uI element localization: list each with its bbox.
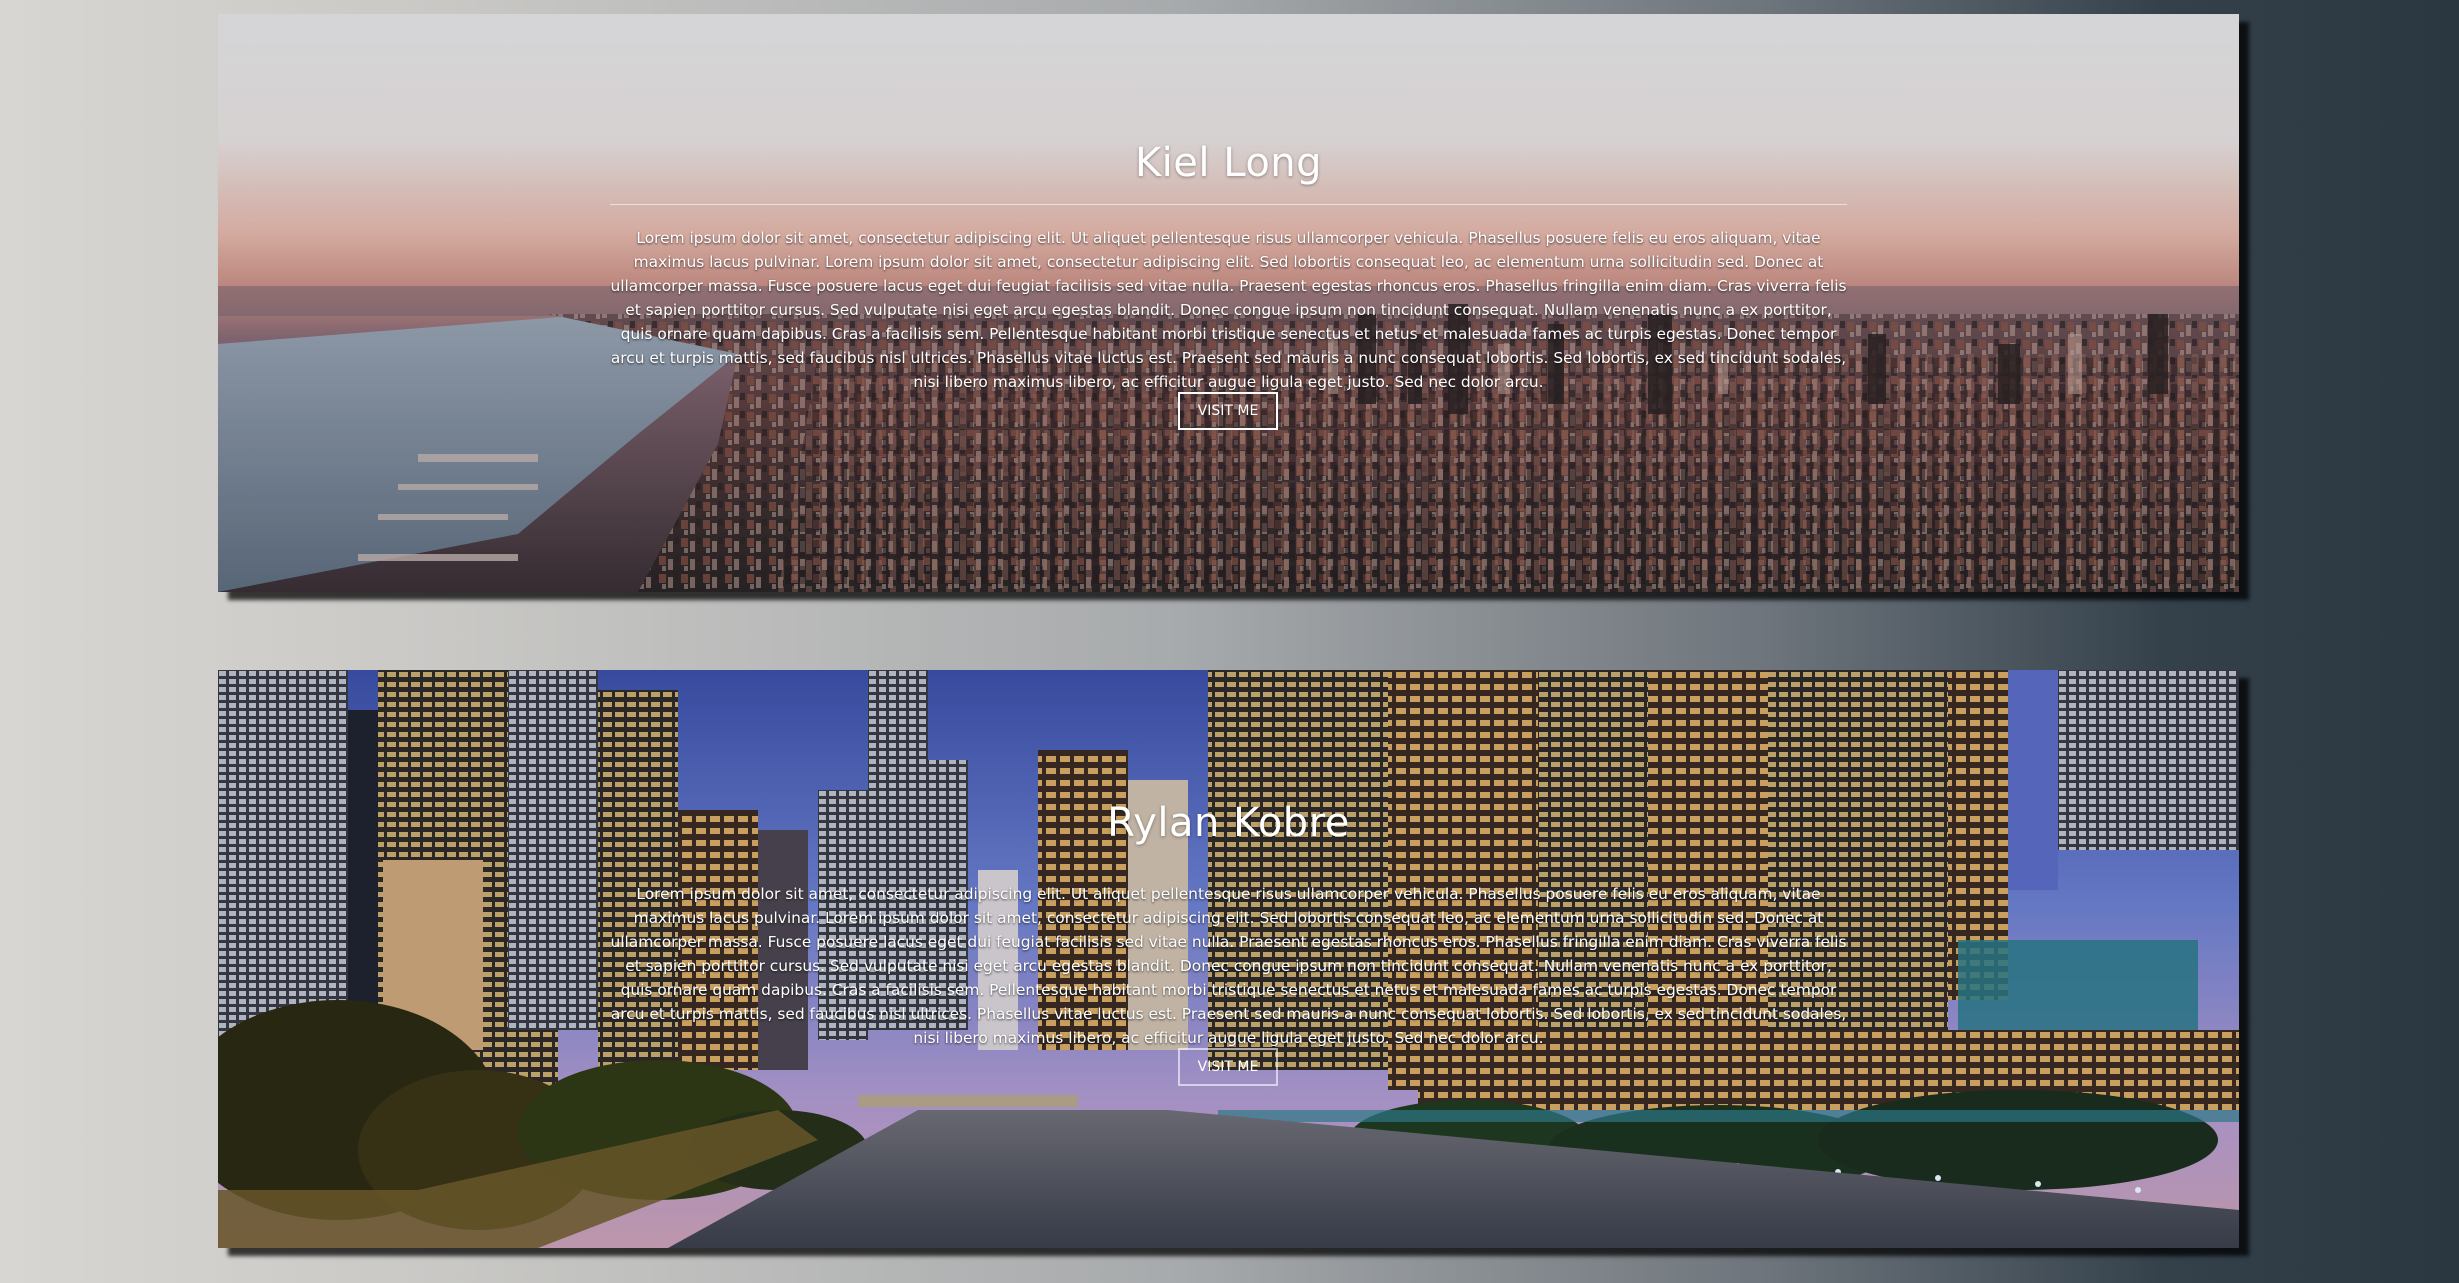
profile-card-kiel-long: Kiel Long Lorem ipsum dolor sit amet, co…	[218, 14, 2239, 592]
card-description: Lorem ipsum dolor sit amet, consectetur …	[610, 229, 1847, 391]
card-title: Kiel Long	[1134, 140, 1323, 186]
profile-card-rylan-kobre: Rylan Kobre Lorem ipsum dolor sit amet, …	[218, 670, 2239, 1248]
card-content: Kiel Long Lorem ipsum dolor sit amet, co…	[218, 14, 2239, 592]
visit-me-button[interactable]: VISIT ME	[1178, 1048, 1278, 1086]
card-content: Rylan Kobre Lorem ipsum dolor sit amet, …	[218, 670, 2239, 1248]
visit-me-button[interactable]: VISIT ME	[1178, 392, 1278, 430]
card-description: Lorem ipsum dolor sit amet, consectetur …	[610, 885, 1847, 1047]
card-title: Rylan Kobre	[1107, 800, 1350, 846]
title-divider	[610, 204, 1847, 205]
